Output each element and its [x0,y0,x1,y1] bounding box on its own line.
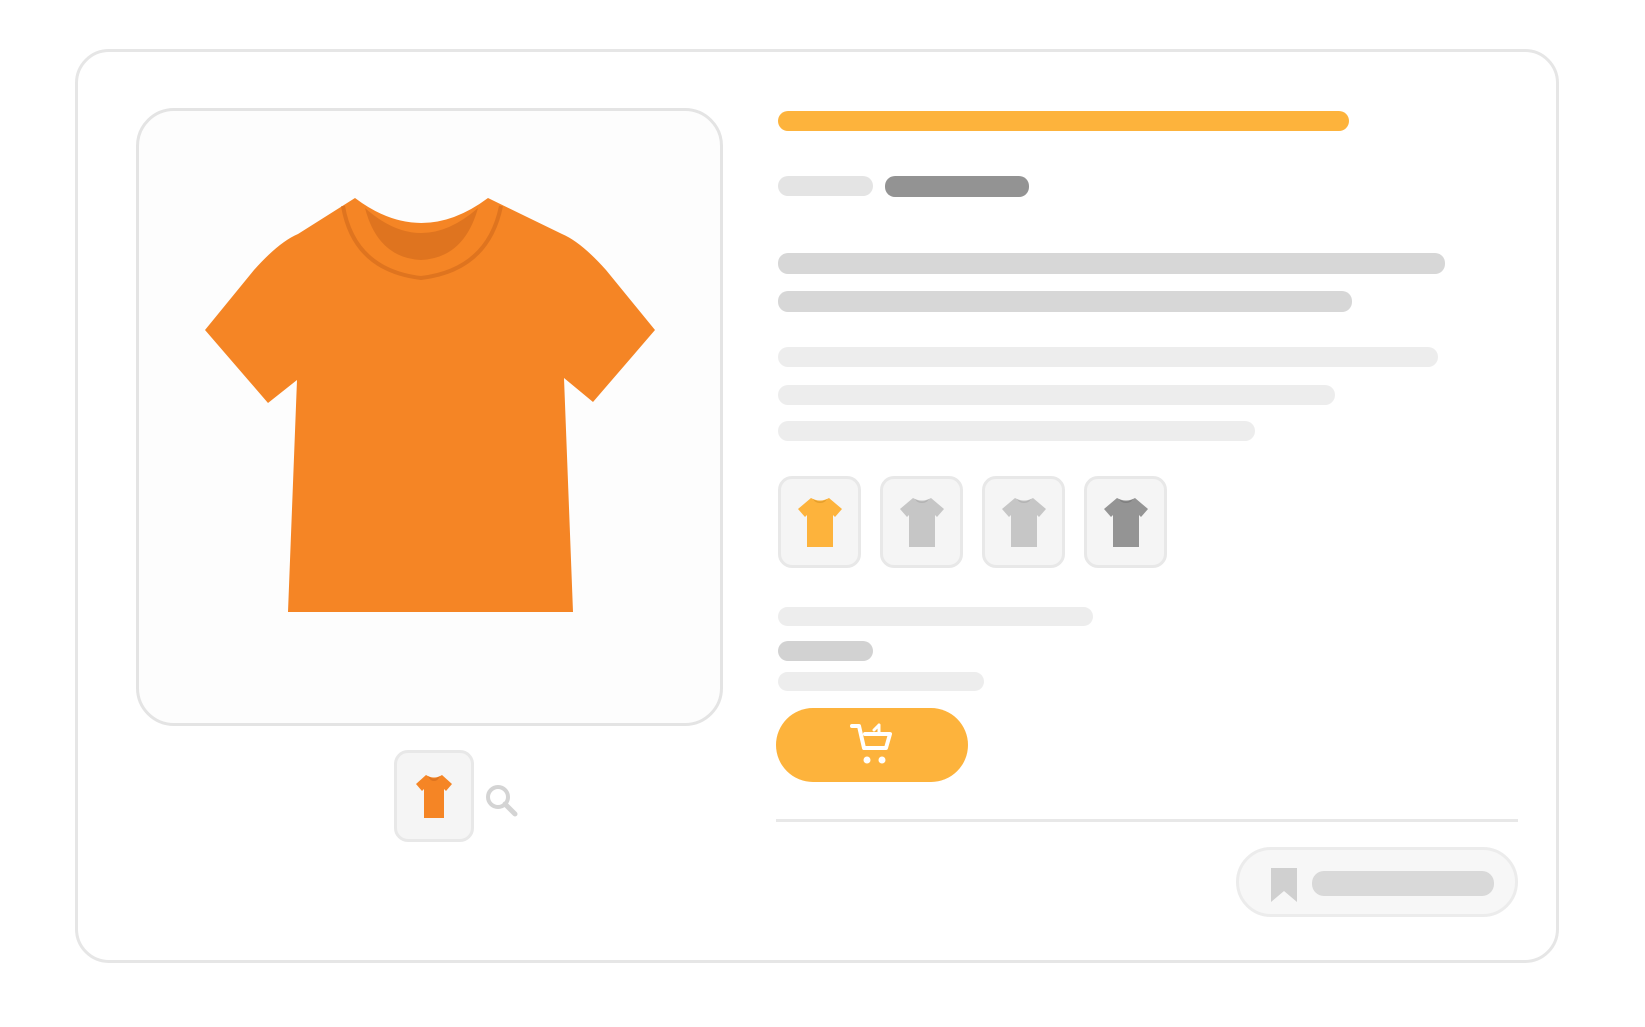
tshirt-icon [205,198,655,612]
tshirt-icon [797,498,842,547]
product-title-bar [778,111,1349,131]
price-placeholder [885,176,1029,197]
color-option-dark-gray[interactable] [1084,476,1167,568]
tshirt-icon [1001,498,1046,547]
tshirt-icon [1103,498,1148,547]
bookmark-icon [1271,868,1297,902]
subtitle-line-1 [778,253,1445,274]
size-value-placeholder [778,641,873,661]
section-divider [776,819,1518,822]
color-option-silver[interactable] [982,476,1065,568]
wishlist-label-placeholder [1312,871,1494,896]
quantity-placeholder [778,672,984,691]
tshirt-icon [899,498,944,547]
tshirt-icon [416,775,452,818]
size-label-placeholder [778,607,1093,626]
description-line-2 [778,385,1335,405]
cart-icon [850,723,892,764]
product-image-panel [136,108,723,726]
magnifier-icon[interactable] [483,782,521,820]
rating-placeholder [778,176,873,196]
save-to-wishlist-button[interactable] [1236,847,1518,917]
description-line-3 [778,421,1255,441]
color-option-orange[interactable] [778,476,861,568]
subtitle-line-2 [778,291,1352,312]
add-to-cart-button[interactable] [776,708,968,782]
color-option-light-gray[interactable] [880,476,963,568]
gallery-thumbnail[interactable] [394,750,474,842]
description-line-1 [778,347,1438,367]
